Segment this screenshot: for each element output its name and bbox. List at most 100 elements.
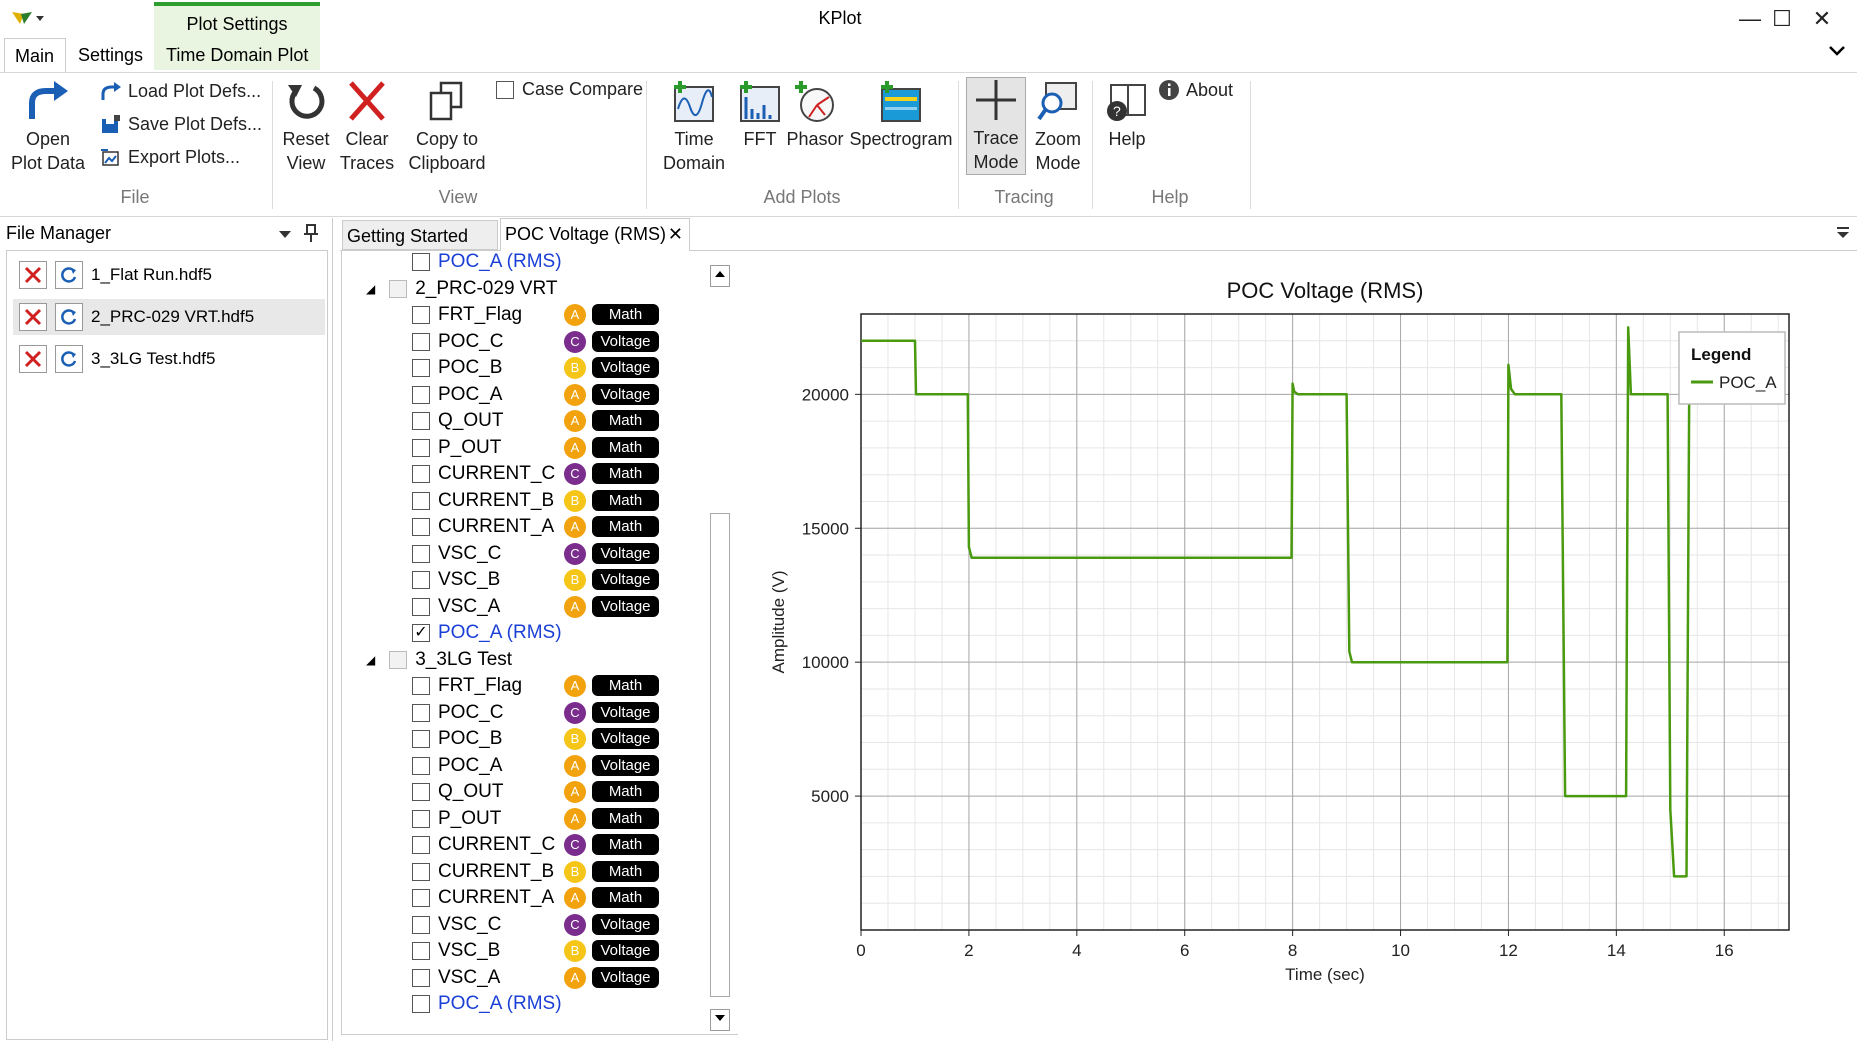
tree-item[interactable]: VSC_A <box>412 965 500 991</box>
checkbox[interactable] <box>412 332 430 351</box>
checkbox[interactable] <box>412 306 430 324</box>
zoom-mode-button[interactable]: Zoom Mode <box>1030 79 1086 175</box>
checkbox[interactable] <box>412 597 430 616</box>
trace-mode-button[interactable]: Trace Mode <box>966 77 1026 175</box>
checkbox[interactable] <box>412 703 430 722</box>
tab-getting-started[interactable]: Getting Started <box>342 220 498 250</box>
checkbox[interactable] <box>412 730 430 748</box>
tab-menu-icon[interactable] <box>1836 226 1850 245</box>
expand-triangle-icon[interactable]: ◢ <box>366 653 375 667</box>
tree-item[interactable]: CURRENT_B <box>412 488 554 514</box>
open-plot-data-button[interactable]: Open Plot Data <box>8 79 88 175</box>
export-plots-button[interactable]: Export Plots... <box>100 147 240 168</box>
tree-item[interactable]: Q_OUT <box>412 408 503 434</box>
save-plot-defs-button[interactable]: Save Plot Defs... <box>100 114 262 135</box>
tree-item[interactable]: FRT_Flag <box>412 673 522 699</box>
tree-item[interactable]: ✓ POC_A (RMS) <box>412 620 562 646</box>
tree-item[interactable]: Q_OUT <box>412 779 503 805</box>
pin-icon[interactable] <box>304 224 318 247</box>
scroll-up-icon[interactable] <box>710 265 730 287</box>
scroll-thumb[interactable] <box>710 513 730 997</box>
case-compare-box[interactable] <box>496 80 514 99</box>
tree-item[interactable]: VSC_C <box>412 912 501 938</box>
group-checkbox[interactable] <box>389 279 408 298</box>
file-row[interactable]: 3_3LG Test.hdf5 <box>19 341 325 377</box>
checkbox[interactable] <box>412 968 430 987</box>
fft-button[interactable]: FFT <box>738 79 782 151</box>
tab-main[interactable]: Main <box>4 38 66 74</box>
phasor-button[interactable]: Phasor <box>786 79 844 151</box>
panel-dropdown-icon[interactable] <box>278 227 292 245</box>
tree-item[interactable]: POC_B <box>412 726 502 752</box>
checkbox[interactable] <box>412 995 430 1013</box>
checkbox[interactable] <box>412 253 430 271</box>
checkbox[interactable] <box>412 836 430 854</box>
tab-settings[interactable]: Settings <box>68 38 153 72</box>
about-button[interactable]: About <box>1158 79 1233 101</box>
checkbox[interactable] <box>412 412 430 430</box>
tree-scrollbar[interactable] <box>710 265 732 1031</box>
checkbox[interactable] <box>412 809 430 828</box>
tree-item[interactable]: POC_A <box>412 382 502 408</box>
expand-triangle-icon[interactable]: ◢ <box>366 282 375 296</box>
remove-file-x-icon[interactable] <box>19 303 47 331</box>
checkbox[interactable] <box>412 518 430 536</box>
tree-item[interactable]: POC_A (RMS) <box>412 251 562 275</box>
checkbox[interactable] <box>412 783 430 801</box>
spectrogram-button[interactable]: Spectrogram <box>848 79 954 151</box>
checkbox[interactable]: ✓ <box>412 624 430 642</box>
reload-file-icon[interactable] <box>55 345 83 373</box>
reload-file-icon[interactable] <box>55 261 83 289</box>
tree-item[interactable]: VSC_A <box>412 594 500 620</box>
checkbox[interactable] <box>412 756 430 775</box>
group-checkbox[interactable] <box>389 650 408 669</box>
checkbox[interactable] <box>412 385 430 404</box>
tab-poc-voltage[interactable]: POC Voltage (RMS) ✕ <box>500 218 690 251</box>
checkbox[interactable] <box>412 544 430 563</box>
tree-item[interactable]: VSC_B <box>412 567 500 593</box>
checkbox[interactable] <box>412 465 430 483</box>
ribbon-collapse-chevron-icon[interactable] <box>1828 44 1846 63</box>
reload-file-icon[interactable] <box>55 303 83 331</box>
tab-time-domain-plot[interactable]: Time Domain Plot <box>156 38 318 72</box>
case-compare-checkbox[interactable]: Case Compare <box>496 79 643 100</box>
time-domain-button[interactable]: Time Domain <box>654 79 734 175</box>
close-window-button[interactable]: ✕ <box>1792 0 1852 38</box>
checkbox[interactable] <box>412 915 430 934</box>
tree-item[interactable]: CURRENT_C <box>412 832 555 858</box>
time-domain-chart[interactable]: 0 2 4 6 8 10 12 14 16 5000 10000 15000 20000 POC Volt… <box>740 251 1857 1036</box>
checkbox[interactable] <box>412 677 430 695</box>
checkbox[interactable] <box>412 571 430 589</box>
tree-item[interactable]: FRT_Flag <box>412 302 522 328</box>
close-tab-icon[interactable]: ✕ <box>668 219 683 249</box>
tree-item[interactable]: VSC_C <box>412 541 501 567</box>
checkbox[interactable] <box>412 359 430 377</box>
scroll-down-icon[interactable] <box>710 1009 730 1031</box>
checkbox[interactable] <box>412 889 430 907</box>
tree-item[interactable]: POC_C <box>412 329 503 355</box>
file-row[interactable]: 1_Flat Run.hdf5 <box>19 257 325 293</box>
tree-item[interactable]: CURRENT_B <box>412 859 554 885</box>
tree-item[interactable]: VSC_B <box>412 938 500 964</box>
load-plot-defs-button[interactable]: Load Plot Defs... <box>100 81 261 102</box>
copy-to-clipboard-button[interactable]: Copy to Clipboard <box>404 79 490 175</box>
tree-item[interactable]: P_OUT <box>412 806 501 832</box>
tree-group[interactable]: ◢ 2_PRC-029 VRT <box>366 276 557 302</box>
checkbox[interactable] <box>412 491 430 510</box>
tree-item[interactable]: POC_C <box>412 700 503 726</box>
remove-file-x-icon[interactable] <box>19 261 47 289</box>
clear-traces-button[interactable]: Clear Traces <box>338 79 396 175</box>
tree-item[interactable]: POC_A (RMS) <box>412 991 562 1017</box>
checkbox[interactable] <box>412 862 430 881</box>
file-row-selected[interactable]: 2_PRC-029 VRT.hdf5 <box>13 299 325 335</box>
tree-item[interactable]: POC_B <box>412 355 502 381</box>
checkbox[interactable] <box>412 942 430 960</box>
reset-view-button[interactable]: Reset View <box>280 79 332 175</box>
help-button[interactable]: ? Help <box>1100 79 1154 151</box>
tree-item[interactable]: CURRENT_A <box>412 514 554 540</box>
checkbox[interactable] <box>412 438 430 457</box>
tree-item[interactable]: P_OUT <box>412 435 501 461</box>
tree-item[interactable]: CURRENT_C <box>412 461 555 487</box>
tree-group[interactable]: ◢ 3_3LG Test <box>366 647 512 673</box>
tree-item[interactable]: CURRENT_A <box>412 885 554 911</box>
